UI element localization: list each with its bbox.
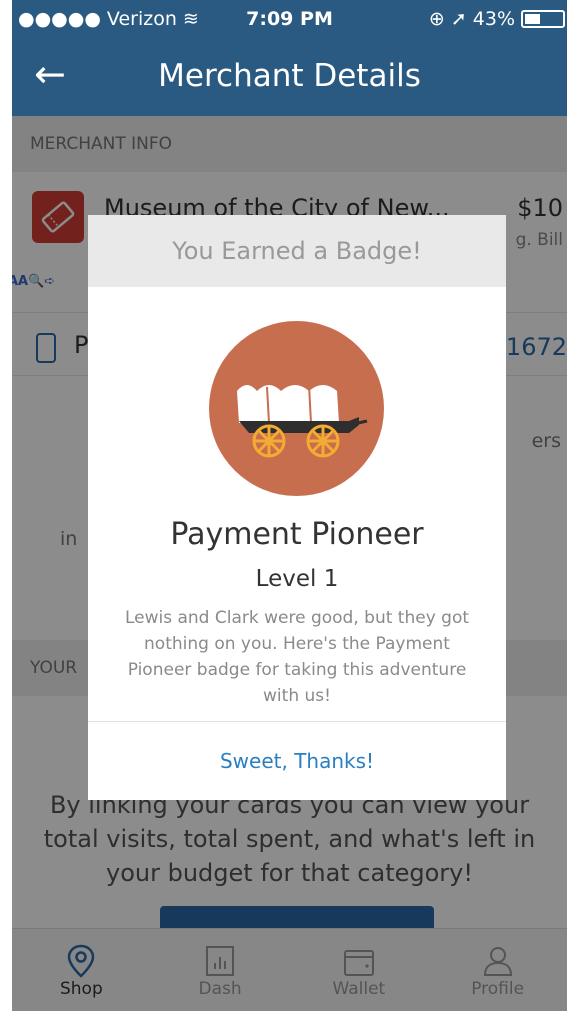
- badge-description: Lewis and Clark were good, but they got …: [124, 608, 470, 706]
- battery-fill: [525, 14, 541, 24]
- location-arrow-icon: ➚: [450, 8, 467, 30]
- rotation-lock-icon: ⊕: [428, 8, 445, 30]
- nav-bar: ← Merchant Details: [12, 40, 567, 116]
- status-bar: ●●●●● Verizon ≋ 7:09 PM ⊕ ➚ 43%: [12, 0, 567, 40]
- sweet-thanks-button[interactable]: Sweet, Thanks!: [88, 722, 506, 800]
- badge-name: Payment Pioneer: [170, 517, 424, 552]
- app-screen: ●●●●● Verizon ≋ 7:09 PM ⊕ ➚ 43% ← Mercha…: [12, 0, 567, 1011]
- modal-title: You Earned a Badge!: [88, 215, 506, 287]
- battery-indicator: ⊕ ➚ 43%: [429, 8, 567, 30]
- covered-wagon-icon: [209, 321, 384, 496]
- tab-bar-dim: [12, 928, 567, 1011]
- page-title: Merchant Details: [158, 58, 421, 94]
- badge-modal: You Earned a Badge! Payment Pioneer Leve…: [88, 215, 506, 800]
- battery-icon: [521, 10, 565, 28]
- badge-level: Level 1: [255, 566, 339, 592]
- battery-percent: 43%: [472, 8, 515, 30]
